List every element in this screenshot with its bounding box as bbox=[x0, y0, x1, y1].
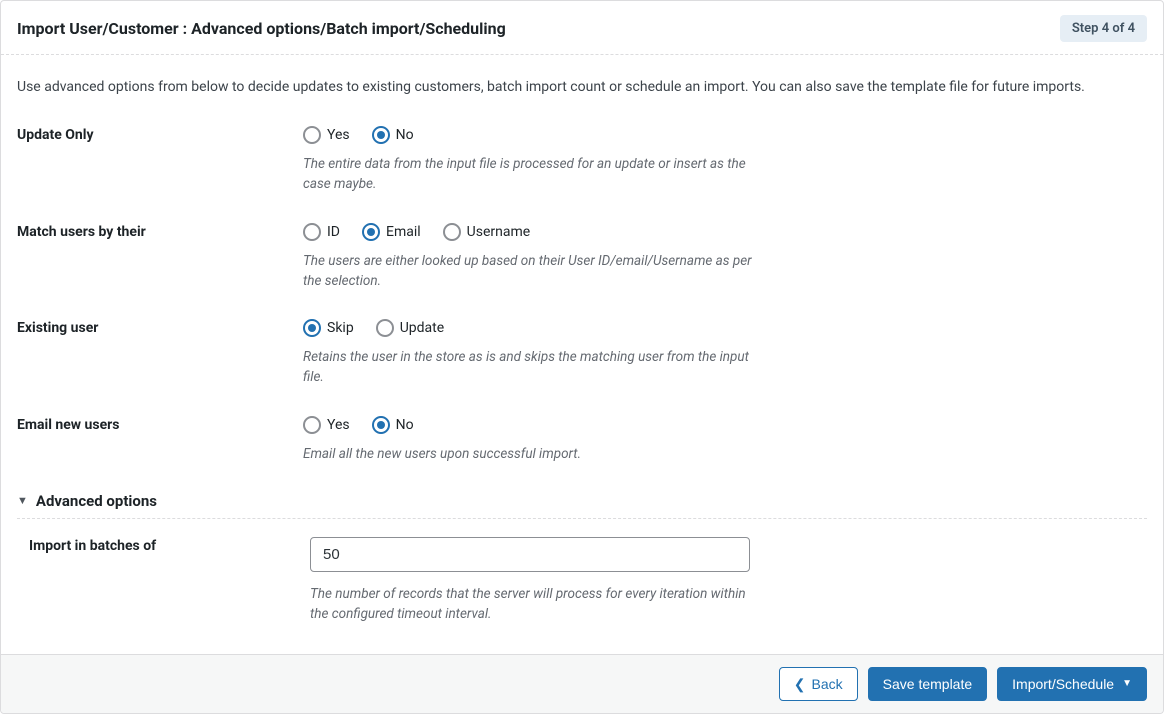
radio-group-match-users: ID Email Username bbox=[303, 223, 753, 241]
radio-existing-user-skip[interactable]: Skip bbox=[303, 319, 354, 337]
radio-icon bbox=[443, 223, 461, 241]
label-match-users: Match users by their bbox=[17, 223, 303, 240]
radio-label: No bbox=[396, 127, 414, 143]
radio-match-users-username[interactable]: Username bbox=[443, 223, 531, 241]
batch-size-input[interactable] bbox=[310, 537, 750, 572]
field-match-users: Match users by their ID Email Username bbox=[17, 223, 1147, 292]
radio-label: ID bbox=[327, 224, 340, 240]
radio-label: No bbox=[396, 417, 414, 433]
chevron-down-icon: ▼ bbox=[17, 495, 28, 506]
label-update-only: Update Only bbox=[17, 126, 303, 143]
radio-icon bbox=[376, 319, 394, 337]
radio-email-new-users-yes[interactable]: Yes bbox=[303, 416, 350, 434]
radio-icon bbox=[372, 126, 390, 144]
radio-update-only-yes[interactable]: Yes bbox=[303, 126, 350, 144]
radio-icon bbox=[303, 319, 321, 337]
chevron-down-icon: ▼ bbox=[1122, 679, 1132, 689]
radio-icon bbox=[303, 126, 321, 144]
help-update-only: The entire data from the input file is p… bbox=[303, 154, 753, 195]
radio-update-only-no[interactable]: No bbox=[372, 126, 414, 144]
help-existing-user: Retains the user in the store as is and … bbox=[303, 347, 753, 388]
field-batch-size: Import in batches of The number of recor… bbox=[29, 537, 1147, 625]
label-email-new-users: Email new users bbox=[17, 416, 303, 433]
field-email-new-users: Email new users Yes No Email all the new… bbox=[17, 416, 1147, 464]
radio-icon bbox=[303, 416, 321, 434]
radio-group-email-new-users: Yes No bbox=[303, 416, 753, 434]
radio-email-new-users-no[interactable]: No bbox=[372, 416, 414, 434]
help-batch-size: The number of records that the server wi… bbox=[310, 584, 760, 625]
back-button-label: Back bbox=[812, 675, 843, 693]
label-batch-size: Import in batches of bbox=[29, 537, 310, 554]
panel-footer: ❮ Back Save template Import/Schedule ▼ bbox=[1, 654, 1163, 713]
radio-label: Yes bbox=[327, 127, 350, 143]
radio-match-users-email[interactable]: Email bbox=[362, 223, 421, 241]
advanced-options-toggle[interactable]: ▼ Advanced options bbox=[17, 492, 1147, 519]
radio-label: Skip bbox=[327, 320, 354, 336]
radio-icon bbox=[303, 223, 321, 241]
save-template-label: Save template bbox=[883, 675, 973, 693]
chevron-left-icon: ❮ bbox=[794, 677, 806, 691]
radio-match-users-id[interactable]: ID bbox=[303, 223, 340, 241]
intro-text: Use advanced options from below to decid… bbox=[17, 77, 1147, 98]
field-existing-user: Existing user Skip Update Retains the us… bbox=[17, 319, 1147, 388]
help-match-users: The users are either looked up based on … bbox=[303, 251, 753, 292]
save-template-button[interactable]: Save template bbox=[868, 667, 988, 701]
radio-label: Update bbox=[400, 320, 444, 336]
radio-icon bbox=[372, 416, 390, 434]
help-email-new-users: Email all the new users upon successful … bbox=[303, 444, 753, 464]
panel-body: Use advanced options from below to decid… bbox=[1, 55, 1163, 654]
page-title: Import User/Customer : Advanced options/… bbox=[17, 19, 506, 38]
panel-header: Import User/Customer : Advanced options/… bbox=[1, 1, 1163, 55]
advanced-options-title: Advanced options bbox=[36, 492, 157, 510]
advanced-options-body: Import in batches of The number of recor… bbox=[17, 537, 1147, 625]
import-wizard-panel: Import User/Customer : Advanced options/… bbox=[0, 0, 1164, 714]
radio-group-existing-user: Skip Update bbox=[303, 319, 753, 337]
radio-label: Yes bbox=[327, 417, 350, 433]
field-update-only: Update Only Yes No The entire data from … bbox=[17, 126, 1147, 195]
radio-group-update-only: Yes No bbox=[303, 126, 753, 144]
back-button[interactable]: ❮ Back bbox=[779, 667, 858, 701]
label-existing-user: Existing user bbox=[17, 319, 303, 336]
radio-icon bbox=[362, 223, 380, 241]
import-schedule-label: Import/Schedule bbox=[1012, 675, 1114, 693]
import-schedule-button[interactable]: Import/Schedule ▼ bbox=[997, 667, 1147, 701]
radio-label: Username bbox=[467, 224, 531, 240]
radio-label: Email bbox=[386, 224, 421, 240]
step-badge: Step 4 of 4 bbox=[1060, 15, 1147, 42]
radio-existing-user-update[interactable]: Update bbox=[376, 319, 444, 337]
